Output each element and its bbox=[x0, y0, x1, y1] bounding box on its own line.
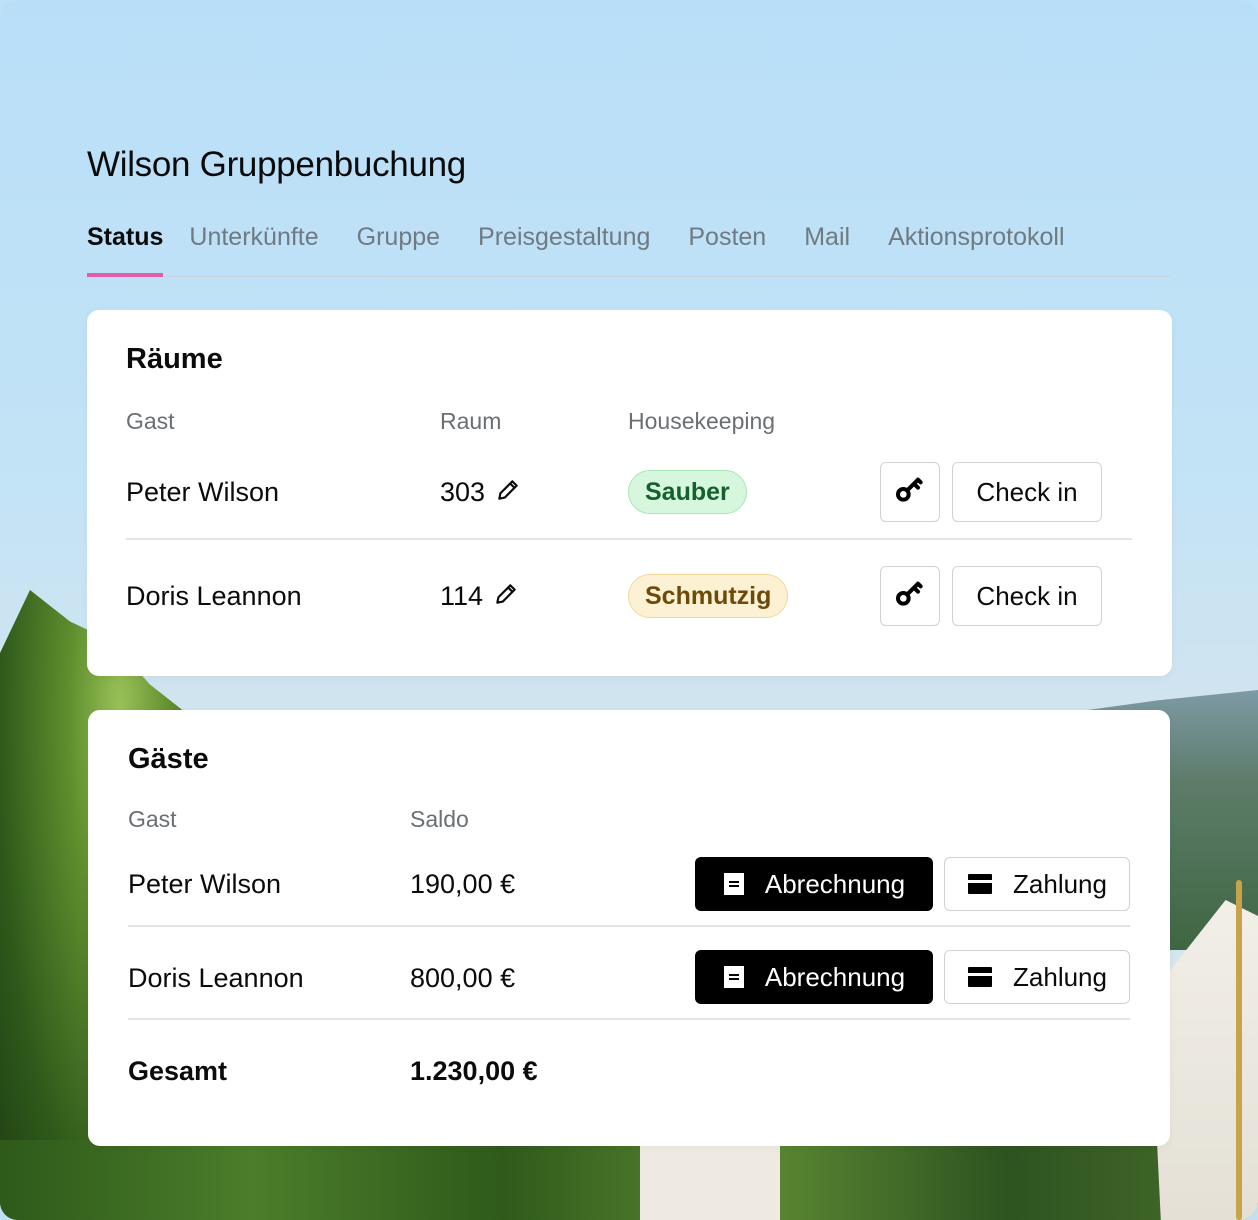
guest-balance: 190,00 € bbox=[410, 869, 516, 899]
key-button[interactable] bbox=[880, 462, 940, 522]
credit-card-icon bbox=[967, 966, 993, 988]
pencil-icon[interactable] bbox=[493, 581, 519, 614]
column-header-guest: Gast bbox=[126, 408, 175, 434]
column-header-balance: Saldo bbox=[410, 806, 469, 832]
document-icon bbox=[723, 965, 745, 989]
room-guest-name: Peter Wilson bbox=[126, 477, 280, 507]
invoice-button[interactable]: Abrechnung bbox=[695, 950, 933, 1004]
housekeeping-status-badge: Schmutzig bbox=[628, 574, 789, 618]
invoice-label: Abrechnung bbox=[764, 961, 906, 992]
column-header-guest: Gast bbox=[128, 806, 177, 832]
payment-label: Zahlung bbox=[1013, 868, 1107, 899]
document-icon bbox=[723, 872, 745, 896]
page-title: Wilson Gruppenbuchung bbox=[87, 145, 466, 184]
tab-accommodations[interactable]: Unterkünfte bbox=[189, 220, 318, 277]
invoice-label: Abrechnung bbox=[764, 868, 906, 899]
guest-name: Peter Wilson bbox=[128, 869, 282, 899]
credit-card-icon bbox=[967, 873, 993, 895]
tab-action-log[interactable]: Aktionsprotokoll bbox=[888, 220, 1064, 277]
tab-mail[interactable]: Mail bbox=[804, 220, 850, 277]
column-header-room: Raum bbox=[440, 408, 502, 434]
total-value: 1.230,00 € bbox=[410, 1056, 538, 1086]
key-icon bbox=[894, 473, 926, 512]
key-icon bbox=[894, 577, 926, 616]
guests-title: Gäste bbox=[128, 743, 209, 775]
background-banner bbox=[640, 1140, 780, 1220]
rooms-title: Räume bbox=[126, 343, 223, 375]
tab-pricing[interactable]: Preisgestaltung bbox=[478, 220, 650, 277]
tab-group[interactable]: Gruppe bbox=[357, 220, 440, 277]
room-number-cell: 303 bbox=[440, 477, 521, 510]
row-divider bbox=[126, 538, 1132, 540]
room-guest-name: Doris Leannon bbox=[126, 581, 302, 611]
guests-card: Gäste Gast Saldo Peter Wilson 190,00 € A… bbox=[88, 710, 1170, 1146]
tab-items[interactable]: Posten bbox=[688, 220, 766, 277]
room-number: 114 bbox=[440, 581, 484, 611]
pencil-icon[interactable] bbox=[495, 477, 521, 510]
background-shrubs bbox=[0, 1140, 1258, 1220]
payment-label: Zahlung bbox=[1013, 961, 1107, 992]
tab-bar: Status Unterkünfte Gruppe Preisgestaltun… bbox=[87, 220, 1170, 277]
background-pole bbox=[1236, 880, 1242, 1220]
invoice-button[interactable]: Abrechnung bbox=[695, 857, 933, 911]
guest-name: Doris Leannon bbox=[128, 963, 304, 993]
room-number-cell: 114 bbox=[440, 581, 519, 614]
tab-status[interactable]: Status bbox=[87, 220, 164, 277]
row-divider bbox=[128, 925, 1130, 927]
room-number: 303 bbox=[440, 477, 486, 507]
total-label: Gesamt bbox=[128, 1056, 228, 1086]
key-button[interactable] bbox=[880, 566, 940, 626]
check-in-button[interactable]: Check in bbox=[952, 566, 1102, 626]
rooms-card: Räume Gast Raum Housekeeping Peter Wilso… bbox=[87, 310, 1172, 676]
guest-balance: 800,00 € bbox=[410, 963, 516, 993]
check-in-button[interactable]: Check in bbox=[952, 462, 1102, 522]
payment-button[interactable]: Zahlung bbox=[944, 950, 1130, 1004]
column-header-housekeeping: Housekeeping bbox=[628, 408, 776, 434]
row-divider bbox=[128, 1018, 1130, 1020]
payment-button[interactable]: Zahlung bbox=[944, 857, 1130, 911]
housekeeping-status-badge: Sauber bbox=[628, 470, 747, 514]
